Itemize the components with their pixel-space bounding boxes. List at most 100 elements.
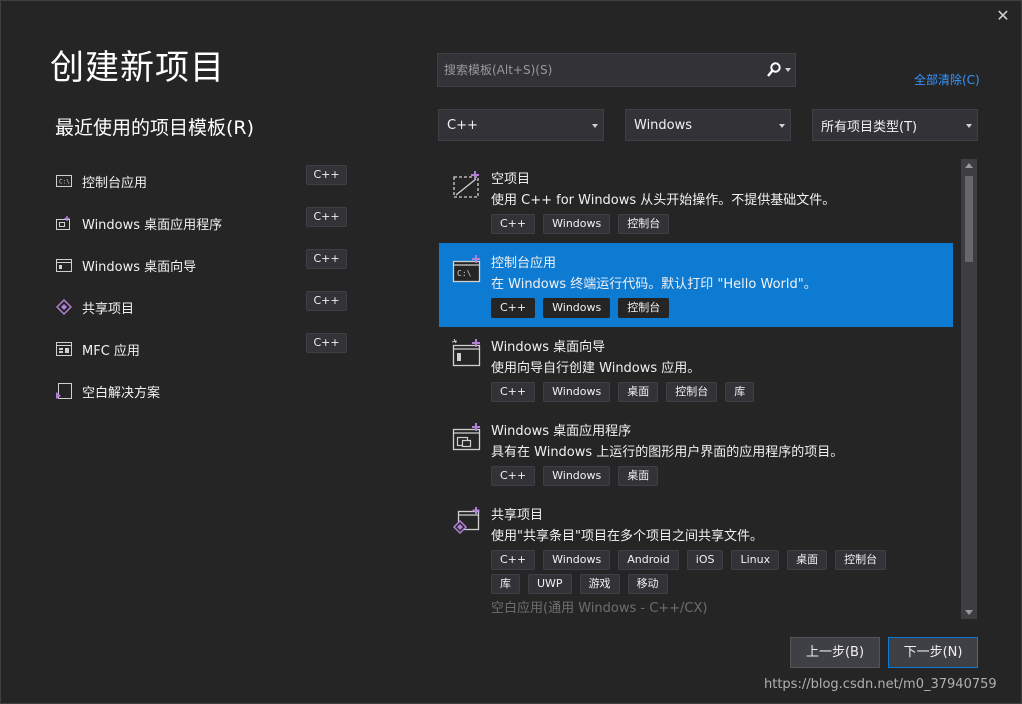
project-type-filter-dropdown[interactable]: 所有项目类型(T) <box>812 109 978 141</box>
tag: Windows <box>543 382 611 402</box>
chevron-down-icon <box>592 124 598 128</box>
template-item-console-app[interactable]: C:\ 控制台应用 在 Windows 终端运行代码。默认打印 "Hello W… <box>439 243 953 327</box>
template-tags: C++ Windows 控制台 <box>491 214 931 234</box>
template-description: 在 Windows 终端运行代码。默认打印 "Hello World"。 <box>491 277 817 292</box>
template-item-shared-project[interactable]: 共享项目 使用"共享条目"项目在多个项目之间共享文件。 C++ Windows … <box>439 495 953 597</box>
template-item-uwp-app[interactable]: 空白应用(通用 Windows - C++/CX) <box>439 597 953 617</box>
page-title: 创建新项目 <box>50 48 225 88</box>
shared-project-icon <box>55 299 73 315</box>
language-badge: C++ <box>306 249 347 269</box>
tag: C++ <box>491 298 536 318</box>
template-description: 使用向导自行创建 Windows 应用。 <box>491 361 701 376</box>
tag: 桌面 <box>787 550 828 570</box>
blank-solution-icon <box>55 383 73 399</box>
empty-project-icon <box>452 171 482 199</box>
template-item-empty-project[interactable]: 空项目 使用 C++ for Windows 从头开始操作。不提供基础文件。 C… <box>439 159 953 243</box>
template-tags: C++ Windows 桌面 控制台 库 <box>491 382 931 402</box>
windows-desktop-wizard-icon <box>451 338 482 367</box>
scroll-up-arrow-icon[interactable] <box>965 163 973 168</box>
recent-item-blank-solution[interactable]: 空白解决方案 <box>55 370 355 412</box>
recent-item-mfc-app[interactable]: MFC 应用 C++ <box>55 328 355 370</box>
recent-item-label: 空白解决方案 <box>82 385 161 401</box>
tag: Linux <box>731 550 780 570</box>
tag: 控制台 <box>666 382 718 402</box>
windows-desktop-app-icon <box>55 215 73 231</box>
tag: Windows <box>543 550 611 570</box>
template-list: 空项目 使用 C++ for Windows 从头开始操作。不提供基础文件。 C… <box>439 159 953 619</box>
template-tags: C++ Windows 控制台 <box>491 298 931 318</box>
search-box[interactable] <box>437 53 796 87</box>
recent-item-console-app[interactable]: C:\ 控制台应用 C++ <box>55 160 355 202</box>
console-app-icon: C:\ <box>452 255 482 283</box>
language-badge: C++ <box>306 333 347 353</box>
console-app-icon: C:\ <box>55 173 73 189</box>
search-options-chevron-down-icon[interactable] <box>785 68 791 72</box>
svg-text:C:\: C:\ <box>59 179 70 186</box>
recent-item-label: Windows 桌面应用程序 <box>82 217 223 233</box>
tag: C++ <box>491 214 536 234</box>
tag: 桌面 <box>618 466 659 486</box>
recent-item-windows-desktop-app[interactable]: Windows 桌面应用程序 C++ <box>55 202 355 244</box>
recent-templates-heading: 最近使用的项目模板(R) <box>55 117 255 139</box>
recent-item-windows-desktop-wizard[interactable]: Windows 桌面向导 C++ <box>55 244 355 286</box>
template-name: Windows 桌面向导 <box>491 340 606 355</box>
tag: Windows <box>543 466 611 486</box>
recent-templates-list: C:\ 控制台应用 C++ Windows 桌面应用程序 C++ Windows… <box>55 160 355 412</box>
template-item-windows-desktop-app[interactable]: Windows 桌面应用程序 具有在 Windows 上运行的图形用户界面的应用… <box>439 411 953 495</box>
template-name: 共享项目 <box>491 508 544 523</box>
template-description: 具有在 Windows 上运行的图形用户界面的应用程序的项目。 <box>491 445 844 460</box>
tag: 库 <box>725 382 755 402</box>
platform-filter-value: Windows <box>634 117 693 133</box>
recent-item-label: MFC 应用 <box>82 343 140 359</box>
next-button[interactable]: 下一步(N) <box>888 637 978 668</box>
clear-all-link[interactable]: 全部清除(C) <box>914 71 980 88</box>
tag: 游戏 <box>579 574 620 594</box>
shared-project-icon <box>452 507 482 535</box>
recent-item-label: 控制台应用 <box>82 175 148 191</box>
tag: 库 <box>491 574 520 594</box>
scrollbar-thumb[interactable] <box>965 176 973 262</box>
back-button[interactable]: 上一步(B) <box>790 637 880 668</box>
tag: 控制台 <box>835 550 887 570</box>
scroll-down-arrow-icon[interactable] <box>965 610 973 615</box>
mfc-app-icon <box>55 341 73 357</box>
tag: Android <box>618 550 679 570</box>
tag: C++ <box>491 466 536 486</box>
language-filter-value: C++ <box>447 117 478 133</box>
template-item-windows-desktop-wizard[interactable]: Windows 桌面向导 使用向导自行创建 Windows 应用。 C++ Wi… <box>439 327 953 411</box>
template-name: Windows 桌面应用程序 <box>491 424 632 439</box>
tag: 控制台 <box>618 214 670 234</box>
project-type-filter-value: 所有项目类型(T) <box>821 119 918 135</box>
template-description: 使用 C++ for Windows 从头开始操作。不提供基础文件。 <box>491 193 836 208</box>
windows-desktop-app-icon <box>452 423 482 451</box>
search-input[interactable] <box>438 63 753 77</box>
language-badge: C++ <box>306 165 347 185</box>
tag: 桌面 <box>618 382 659 402</box>
tag: UWP <box>528 574 572 594</box>
recent-item-shared-project[interactable]: 共享项目 C++ <box>55 286 355 328</box>
tag: Windows <box>543 298 611 318</box>
language-filter-dropdown[interactable]: C++ <box>438 109 604 141</box>
tag: C++ <box>491 550 536 570</box>
template-name: 空白应用(通用 Windows - C++/CX) <box>491 601 708 616</box>
watermark-text: https://blog.csdn.net/m0_37940759 <box>764 677 997 692</box>
tag: 控制台 <box>618 298 670 318</box>
search-icon[interactable] <box>767 62 781 78</box>
chevron-down-icon <box>779 124 785 128</box>
recent-item-label: Windows 桌面向导 <box>82 259 197 275</box>
language-badge: C++ <box>306 291 347 311</box>
close-button[interactable]: ✕ <box>993 6 1013 26</box>
tag: 移动 <box>627 574 668 594</box>
platform-filter-dropdown[interactable]: Windows <box>625 109 791 141</box>
windows-desktop-wizard-icon <box>55 257 73 273</box>
template-description: 使用"共享条目"项目在多个项目之间共享文件。 <box>491 529 763 544</box>
tag: C++ <box>491 382 536 402</box>
svg-text:C:\: C:\ <box>457 269 472 278</box>
template-name: 空项目 <box>491 172 531 187</box>
recent-item-label: 共享项目 <box>82 301 135 317</box>
template-name: 控制台应用 <box>491 256 557 271</box>
close-icon: ✕ <box>996 6 1010 25</box>
template-tags: C++ Windows Android iOS Linux 桌面 控制台 库 U… <box>491 550 931 594</box>
language-badge: C++ <box>306 207 347 227</box>
template-list-scrollbar[interactable] <box>961 159 977 619</box>
